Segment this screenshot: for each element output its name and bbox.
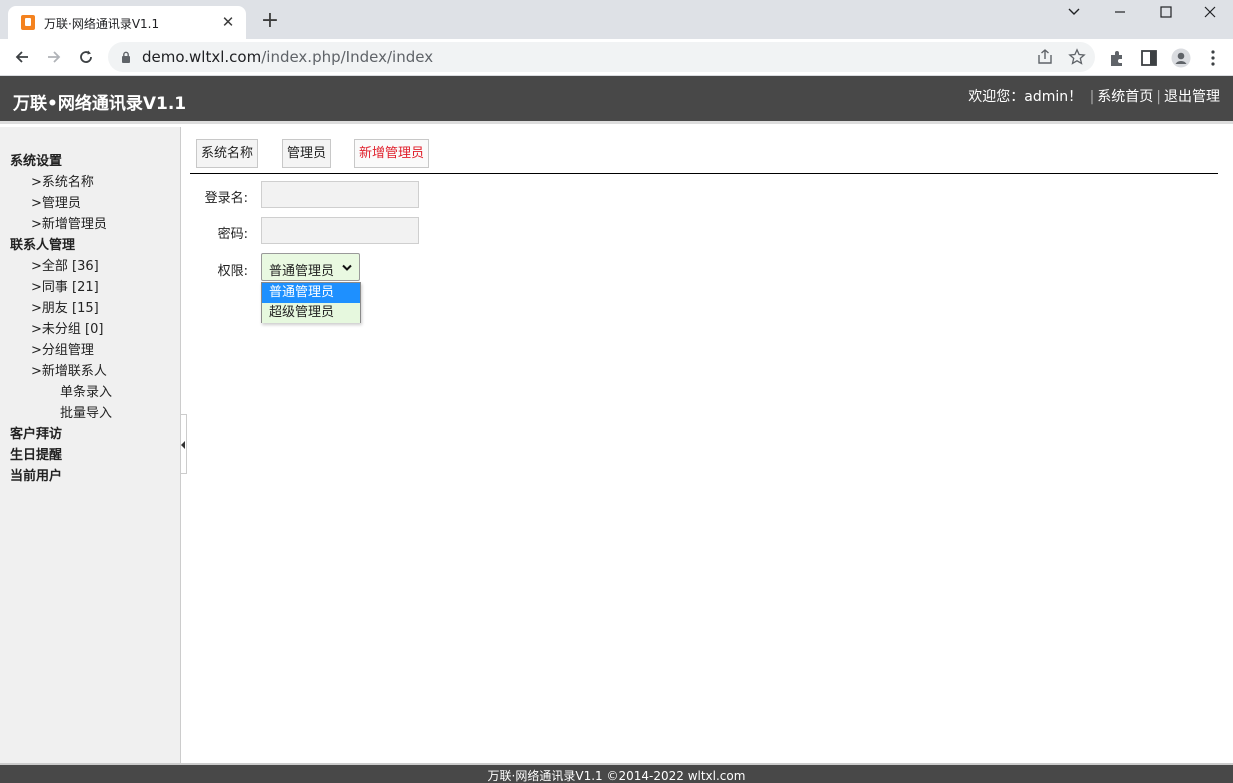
arrow-right-icon	[48, 51, 61, 63]
logout-link[interactable]: 退出管理	[1164, 89, 1220, 105]
new-tab-button[interactable]: +	[258, 9, 282, 33]
sidebar-group-current-user[interactable]: 当前用户	[10, 466, 112, 487]
permission-label: 权限:	[217, 264, 248, 279]
sidebar-item-batch-import[interactable]: 批量导入	[10, 403, 112, 424]
close-tab-icon[interactable]: ✕	[218, 12, 238, 32]
sidebar-group-customer-visits[interactable]: 客户拜访	[10, 424, 112, 445]
chevron-down-icon	[342, 264, 352, 271]
site-favicon-icon	[21, 15, 35, 30]
sidebar-group-contacts[interactable]: 联系人管理	[10, 235, 112, 256]
minimize-button[interactable]	[1097, 0, 1143, 26]
main-content: 系统名称 管理员 新增管理员 登录名: 密码: 权限: 普通管理员 普通管理员 …	[182, 127, 1233, 763]
forward-button[interactable]	[41, 44, 67, 70]
password-input[interactable]	[261, 217, 419, 244]
login-name-label: 登录名:	[204, 191, 248, 206]
header-separator: |	[1156, 89, 1161, 105]
sidebar-item-system-name[interactable]: >系统名称	[10, 172, 112, 193]
sidebar-item-colleagues[interactable]: >同事 [21]	[10, 277, 112, 298]
footer: 万联·网络通讯录V1.1 ©2014-2022 wltxl.com	[0, 763, 1233, 783]
browser-tab-strip: 万联·网络通讯录V1.1 ✕ +	[0, 0, 1233, 39]
maximize-button[interactable]	[1143, 0, 1189, 26]
tabs-divider	[190, 173, 1218, 174]
password-label: 密码:	[217, 227, 248, 242]
close-window-button[interactable]	[1187, 0, 1233, 26]
reload-button[interactable]	[73, 44, 99, 70]
permission-selected-value: 普通管理员	[269, 264, 335, 279]
address-bar[interactable]: demo.wltxl.com/index.php/Index/index	[108, 42, 1095, 72]
sidebar-item-group-manage[interactable]: >分组管理	[10, 340, 112, 361]
chevron-down-icon	[1068, 8, 1080, 15]
reload-icon	[80, 50, 92, 63]
close-icon	[1204, 6, 1216, 18]
profile-avatar-icon[interactable]	[1171, 48, 1191, 68]
side-panel-icon[interactable]	[1139, 48, 1159, 68]
sidebar-item-friends[interactable]: >朋友 [15]	[10, 298, 112, 319]
browser-toolbar: demo.wltxl.com/index.php/Index/index	[0, 39, 1233, 76]
welcome-text: 欢迎您：admin！	[968, 89, 1083, 105]
header-separator: |	[1089, 89, 1095, 105]
tab-system-name[interactable]: 系统名称	[196, 139, 259, 168]
header-user-links: 欢迎您：admin！ | 系统首页 | 退出管理	[968, 86, 1220, 106]
maximize-icon	[1160, 6, 1172, 18]
sidebar: 系统设置 >系统名称 >管理员 >新增管理员 联系人管理 >全部 [36] >同…	[0, 127, 181, 763]
system-home-link[interactable]: 系统首页	[1097, 89, 1153, 105]
app-header: 万联•网络通讯录V1.1 欢迎您：admin！ | 系统首页 | 退出管理	[0, 76, 1233, 124]
sidebar-group-birthday-reminder[interactable]: 生日提醒	[10, 445, 112, 466]
share-icon[interactable]	[1036, 48, 1054, 66]
more-menu-icon[interactable]	[1203, 48, 1223, 68]
url-text[interactable]: demo.wltxl.com/index.php/Index/index	[142, 48, 433, 66]
browser-tab[interactable]: 万联·网络通讯录V1.1 ✕	[8, 6, 246, 39]
app-title: 万联•网络通讯录V1.1	[13, 94, 187, 114]
permission-option-super[interactable]: 超级管理员	[262, 303, 360, 323]
permission-dropdown-list: 普通管理员 超级管理员	[261, 282, 361, 323]
lock-icon	[122, 51, 130, 63]
bookmark-star-icon[interactable]	[1068, 48, 1086, 66]
tab-add-admin[interactable]: 新增管理员	[354, 139, 430, 168]
browser-tab-title: 万联·网络通讯录V1.1	[44, 17, 160, 31]
sidebar-menu: 系统设置 >系统名称 >管理员 >新增管理员 联系人管理 >全部 [36] >同…	[10, 151, 112, 487]
extensions-puzzle-icon[interactable]	[1107, 48, 1127, 68]
permission-select[interactable]: 普通管理员	[261, 253, 360, 281]
permission-option-normal[interactable]: 普通管理员	[262, 283, 360, 303]
sidebar-item-add-admin[interactable]: >新增管理员	[10, 214, 112, 235]
footer-copyright: 万联·网络通讯录V1.1 ©2014-2022 wltxl.com	[487, 769, 746, 783]
sidebar-item-single-entry[interactable]: 单条录入	[10, 382, 112, 403]
sidebar-item-all-contacts[interactable]: >全部 [36]	[10, 256, 112, 277]
back-button[interactable]	[9, 44, 35, 70]
sidebar-item-admins[interactable]: >管理员	[10, 193, 112, 214]
minimize-icon	[1115, 11, 1125, 13]
sidebar-item-add-contact[interactable]: >新增联系人	[10, 361, 112, 382]
login-name-input[interactable]	[261, 181, 419, 208]
arrow-left-icon	[15, 51, 28, 63]
tab-admins[interactable]: 管理员	[282, 139, 332, 168]
sidebar-item-ungrouped[interactable]: >未分组 [0]	[10, 319, 112, 340]
sidebar-group-system-settings[interactable]: 系统设置	[10, 151, 112, 172]
tab-search-button[interactable]	[1051, 0, 1097, 26]
